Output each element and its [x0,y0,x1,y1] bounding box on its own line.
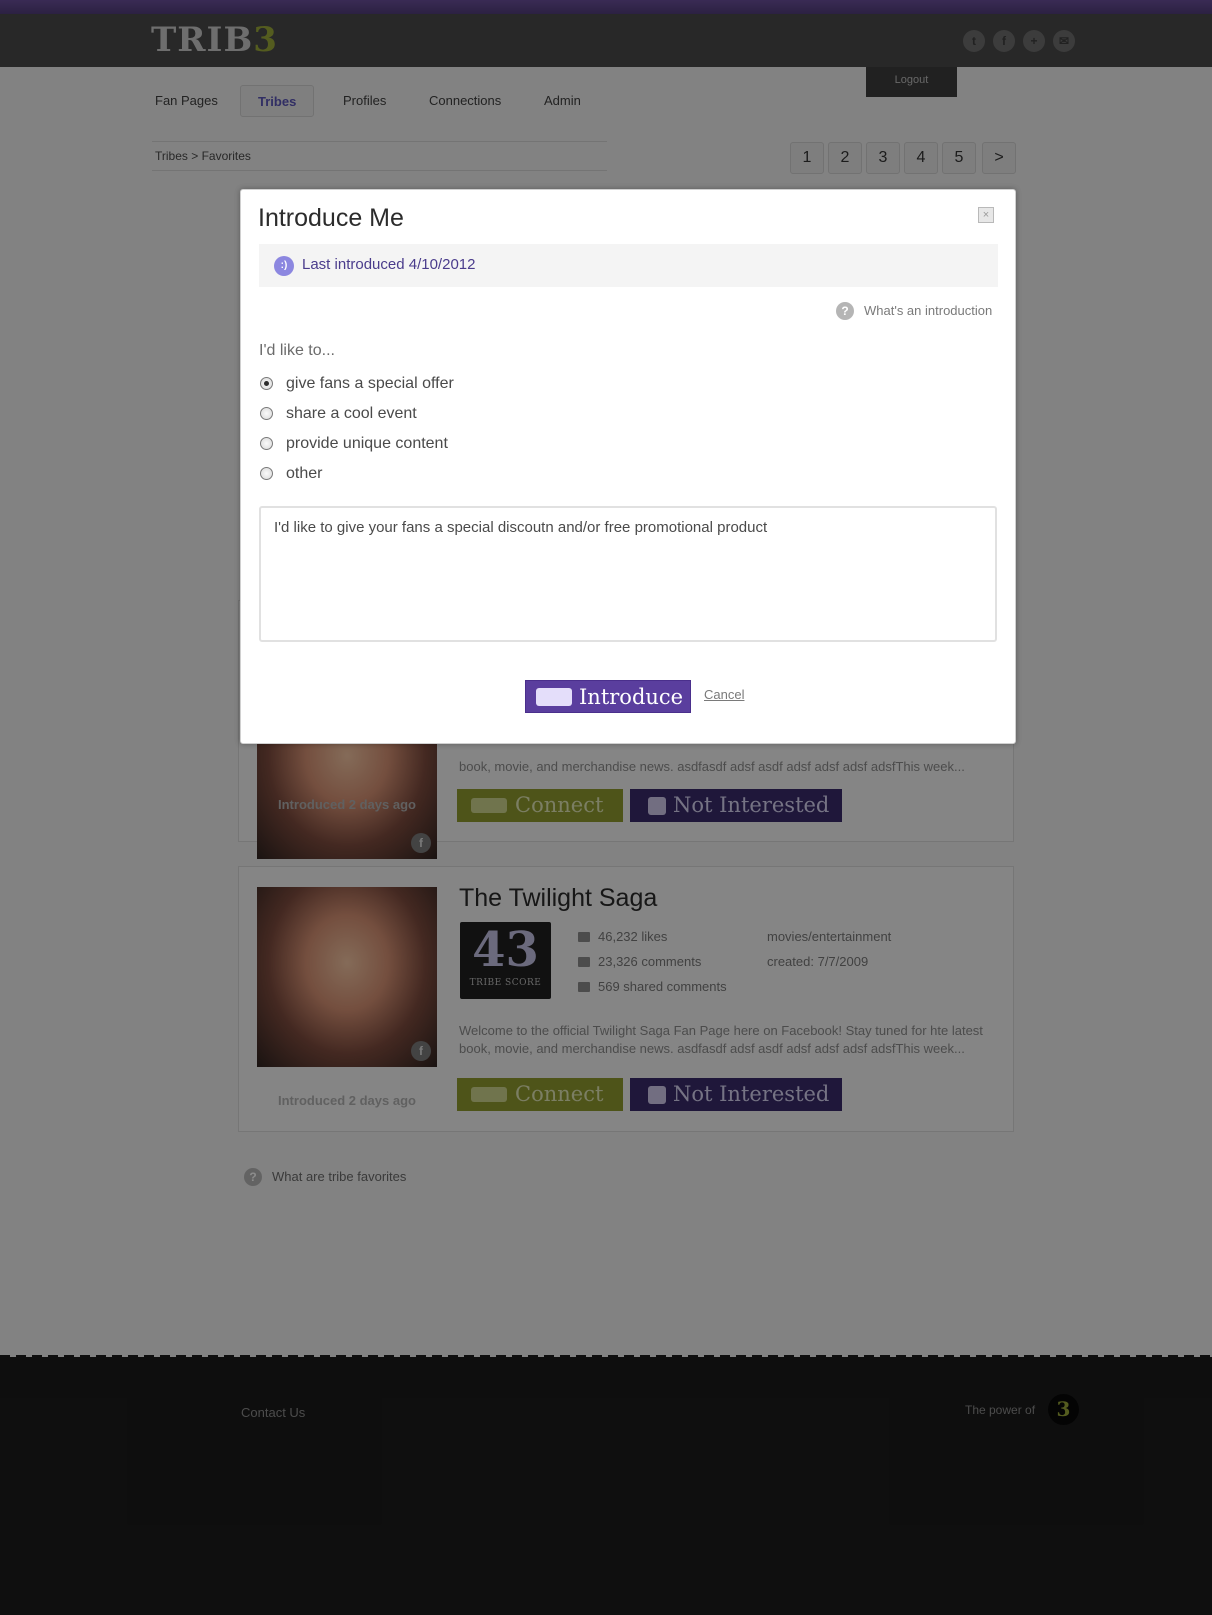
cancel-link[interactable]: Cancel [704,687,744,702]
intro-message-field[interactable]: I'd like to give your fans a special dis… [259,506,997,642]
close-icon[interactable]: × [978,207,994,223]
handshake-icon [536,688,572,706]
introduce-button[interactable]: Introduce [525,680,691,713]
smiley-icon: :) [274,256,294,276]
introduction-help-link[interactable]: ? What's an introduction [836,302,992,320]
option-cool-event[interactable]: share a cool event [260,405,417,423]
question-icon: ? [836,302,854,320]
radio-button[interactable] [260,467,273,480]
radio-button[interactable] [260,407,273,420]
modal-title: Introduce Me [258,204,404,232]
last-introduced-bar: :) Last introduced 4/10/2012 [259,244,998,287]
radio-button[interactable] [260,377,273,390]
radio-button[interactable] [260,437,273,450]
option-other[interactable]: other [260,465,322,483]
option-unique-content[interactable]: provide unique content [260,435,448,453]
intro-prompt: I'd like to... [259,342,335,359]
option-special-offer[interactable]: give fans a special offer [260,375,454,393]
last-introduced-text: Last introduced 4/10/2012 [302,256,476,273]
introduce-modal: Introduce Me × :) Last introduced 4/10/2… [240,189,1016,744]
